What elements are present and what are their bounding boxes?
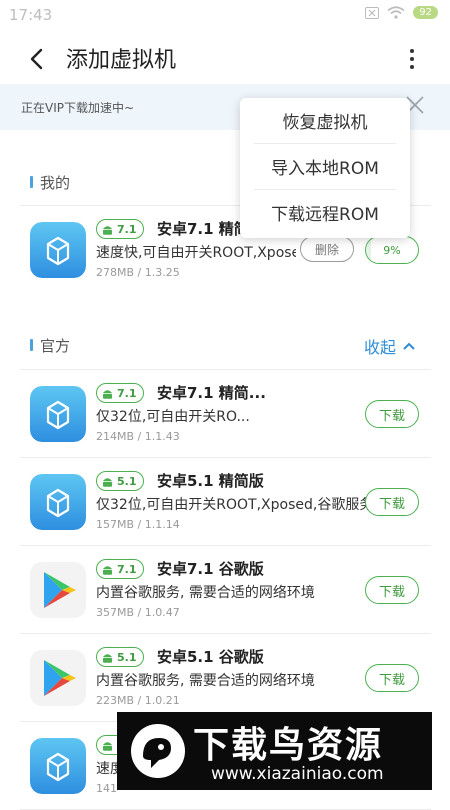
wifi-icon [387, 6, 405, 19]
delete-button[interactable]: 删除 [300, 236, 354, 262]
menu-item-restore-vm[interactable]: 恢复虚拟机 [240, 98, 410, 143]
rom-title: 安卓5.1 谷歌版 [157, 648, 264, 666]
android-robot-icon [103, 741, 112, 751]
android-robot-icon [103, 389, 112, 399]
rom-meta: 357MB / 1.0.47 [96, 606, 180, 619]
android-version-badge: 7.1 [96, 559, 144, 579]
android-version-badge: 5.1 [96, 647, 144, 667]
version-label: 7.1 [117, 562, 137, 576]
rom-row[interactable]: 5.1 安卓5.1 精简版仅32位,可自由开关ROOT,Xposed,谷歌服务 15… [0, 458, 450, 546]
rom-description: 仅32位,可自由开关RO... [96, 409, 250, 425]
rom-description: 仅32位,可自由开关ROOT,Xposed,谷歌服务 [96, 497, 371, 513]
version-label: 7.1 [117, 222, 137, 236]
rom-meta: 157MB / 1.1.14 [96, 518, 180, 531]
collapse-button[interactable]: 收起 [364, 334, 416, 358]
rom-row[interactable]: 7.1 安卓7.1 精简... 仅32位,可自由开关RO... 214MB / 1.1… [0, 370, 450, 458]
rom-description: 速度快,可自由开关ROOT,Xposed [96, 245, 296, 261]
menu-item-download-remote-rom[interactable]: 下载远程ROM [240, 190, 410, 235]
download-button[interactable]: 下载 [365, 664, 419, 692]
android-robot-icon [103, 477, 112, 487]
menu-item-import-local-rom[interactable]: 导入本地ROM [240, 144, 410, 189]
section-label-mine: 我的 [40, 174, 71, 192]
rom-meta: 141 [96, 782, 117, 795]
cube-icon [30, 738, 86, 794]
play-store-icon [30, 562, 86, 618]
rom-row[interactable]: 5.1 安卓5.1 谷歌版内置谷歌服务, 需要合适的网络环境 223MB / 1.0… [0, 634, 450, 722]
watermark-title: 下载鸟资源 [193, 725, 384, 766]
status-icons: 92 [365, 6, 438, 19]
android-version-badge: 7.1 [96, 219, 144, 239]
section-label-official: 官方 [40, 337, 71, 355]
watermark-url: www.xiazainiao.com [211, 764, 384, 784]
notification-icon [365, 6, 380, 19]
watermark-overlay: 下载鸟资源 www.xiazainiao.com [117, 712, 432, 790]
rom-description: 内置谷歌服务, 需要合适的网络环境 [96, 673, 315, 689]
version-label: 5.1 [117, 474, 137, 488]
section-accent-bar [30, 176, 33, 188]
app-bar: 添加虚拟机 [0, 32, 450, 84]
rom-title: 安卓7.1 精简... [157, 384, 266, 402]
rom-meta: 278MB / 1.3.25 [96, 266, 180, 279]
more-options-icon[interactable] [400, 44, 424, 74]
battery-badge: 92 [413, 6, 438, 19]
android-robot-icon [103, 565, 112, 575]
cube-icon [30, 386, 86, 442]
bird-logo-icon [131, 724, 185, 778]
status-bar: 17:43 92 [0, 0, 450, 32]
progress-label: 9% [383, 243, 401, 257]
android-version-badge: 7.1 [96, 383, 144, 403]
back-arrow-icon[interactable] [22, 44, 52, 74]
cube-icon [30, 474, 86, 530]
download-button[interactable]: 下载 [365, 488, 419, 516]
rom-row[interactable]: 7.1 安卓7.1 谷歌版内置谷歌服务, 需要合适的网络环境 357MB / 1.0… [0, 546, 450, 634]
status-time: 17:43 [9, 6, 53, 24]
rom-title: 安卓5.1 精简版 [157, 472, 264, 490]
popup-menu: 恢复虚拟机 导入本地ROM 下载远程ROM [240, 98, 410, 238]
version-label: 7.1 [117, 386, 137, 400]
section-accent-bar [30, 339, 33, 351]
collapse-label: 收起 [363, 338, 396, 357]
rom-meta: 223MB / 1.0.21 [96, 694, 180, 707]
download-button[interactable]: 下载 [365, 576, 419, 604]
chevron-up-icon [403, 342, 415, 350]
page-title: 添加虚拟机 [66, 48, 177, 73]
android-robot-icon [103, 653, 112, 663]
play-store-icon [30, 650, 86, 706]
rom-description: 内置谷歌服务, 需要合适的网络环境 [96, 585, 315, 601]
rom-meta: 214MB / 1.1.43 [96, 430, 180, 443]
rom-title: 安卓7.1 谷歌版 [157, 560, 264, 578]
version-label: 5.1 [117, 650, 137, 664]
android-robot-icon [103, 225, 112, 235]
vip-banner-text: 正在VIP下载加速中~ [21, 101, 135, 115]
section-header-official: 官方 收起 [0, 325, 450, 365]
cube-icon [30, 222, 86, 278]
progress-fill [366, 237, 371, 263]
download-button[interactable]: 下载 [365, 400, 419, 428]
android-version-badge: 5.1 [96, 471, 144, 491]
download-progress-button[interactable]: 9% [365, 236, 419, 264]
